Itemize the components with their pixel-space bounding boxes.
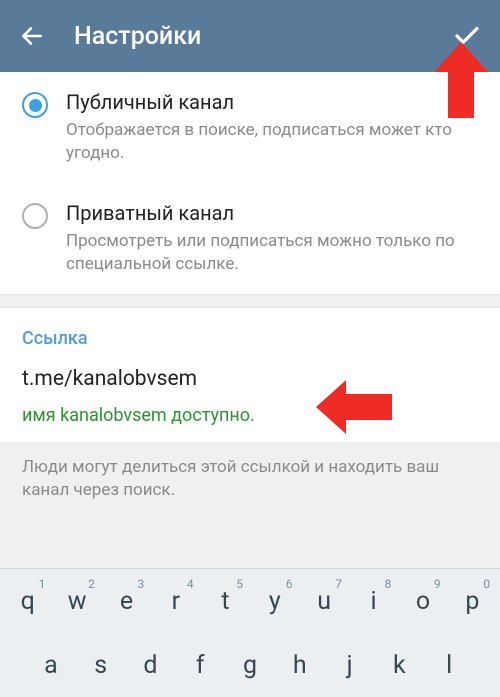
keyboard-row: q1w2e3r4t5y6u7i8o9p0 (0, 569, 500, 633)
keyboard-key[interactable]: h (276, 637, 324, 693)
keyboard-key-number: 9 (434, 577, 441, 591)
keyboard-key[interactable]: d (127, 637, 175, 693)
soft-keyboard: q1w2e3r4t5y6u7i8o9p0 asdfghjkl (0, 568, 500, 697)
radio-icon (22, 92, 48, 118)
keyboard-key[interactable]: f (176, 637, 224, 693)
keyboard-row: asdfghjkl (0, 633, 500, 697)
keyboard-key[interactable]: q1 (4, 573, 51, 629)
link-input[interactable]: t.me/kanalobvsem (22, 367, 478, 391)
radio-title: Приватный канал (66, 201, 478, 225)
radio-icon (22, 203, 48, 229)
keyboard-key[interactable]: l (425, 637, 473, 693)
keyboard-key[interactable]: p0 (449, 573, 496, 629)
link-section: Ссылка t.me/kanalobvsem имя kanalobvsem … (0, 308, 500, 442)
radio-description: Просмотреть или подписаться можно только… (66, 230, 478, 276)
channel-type-private[interactable]: Приватный канал Просмотреть или подписат… (0, 183, 500, 294)
keyboard-key[interactable]: u7 (300, 573, 347, 629)
confirm-check-icon[interactable] (452, 21, 482, 51)
channel-type-public[interactable]: Публичный канал Отображается в поиске, п… (0, 72, 500, 183)
keyboard-key[interactable]: w2 (53, 573, 100, 629)
keyboard-key[interactable]: g (226, 637, 274, 693)
keyboard-key[interactable]: a (27, 637, 75, 693)
keyboard-key[interactable]: s (77, 637, 125, 693)
radio-title: Публичный канал (66, 90, 478, 114)
keyboard-key-number: 3 (137, 577, 144, 591)
keyboard-key-number: 7 (335, 577, 342, 591)
keyboard-key[interactable]: i8 (350, 573, 397, 629)
keyboard-key[interactable]: e3 (103, 573, 150, 629)
settings-content: Публичный канал Отображается в поиске, п… (0, 72, 500, 294)
keyboard-key[interactable]: t5 (202, 573, 249, 629)
keyboard-key-number: 5 (236, 577, 243, 591)
link-hint: Люди могут делиться этой ссылкой и наход… (0, 442, 500, 520)
page-title: Настройки (74, 22, 452, 51)
keyboard-key-number: 8 (385, 577, 392, 591)
keyboard-key-number: 2 (88, 577, 95, 591)
section-divider (0, 294, 500, 308)
keyboard-key-number: 0 (483, 577, 490, 591)
keyboard-key[interactable]: k (375, 637, 423, 693)
keyboard-key-number: 6 (286, 577, 293, 591)
link-availability-status: имя kanalobvsem доступно. (22, 405, 478, 426)
keyboard-key[interactable]: y6 (251, 573, 298, 629)
link-label: Ссылка (22, 328, 478, 349)
keyboard-key[interactable]: r4 (152, 573, 199, 629)
radio-description: Отображается в поиске, подписаться может… (66, 119, 478, 165)
keyboard-key[interactable]: j (326, 637, 374, 693)
keyboard-key[interactable]: o9 (399, 573, 446, 629)
back-arrow-icon[interactable] (18, 22, 46, 50)
keyboard-key-number: 4 (187, 577, 194, 591)
keyboard-key-number: 1 (39, 577, 46, 591)
header-bar: Настройки (0, 0, 500, 72)
